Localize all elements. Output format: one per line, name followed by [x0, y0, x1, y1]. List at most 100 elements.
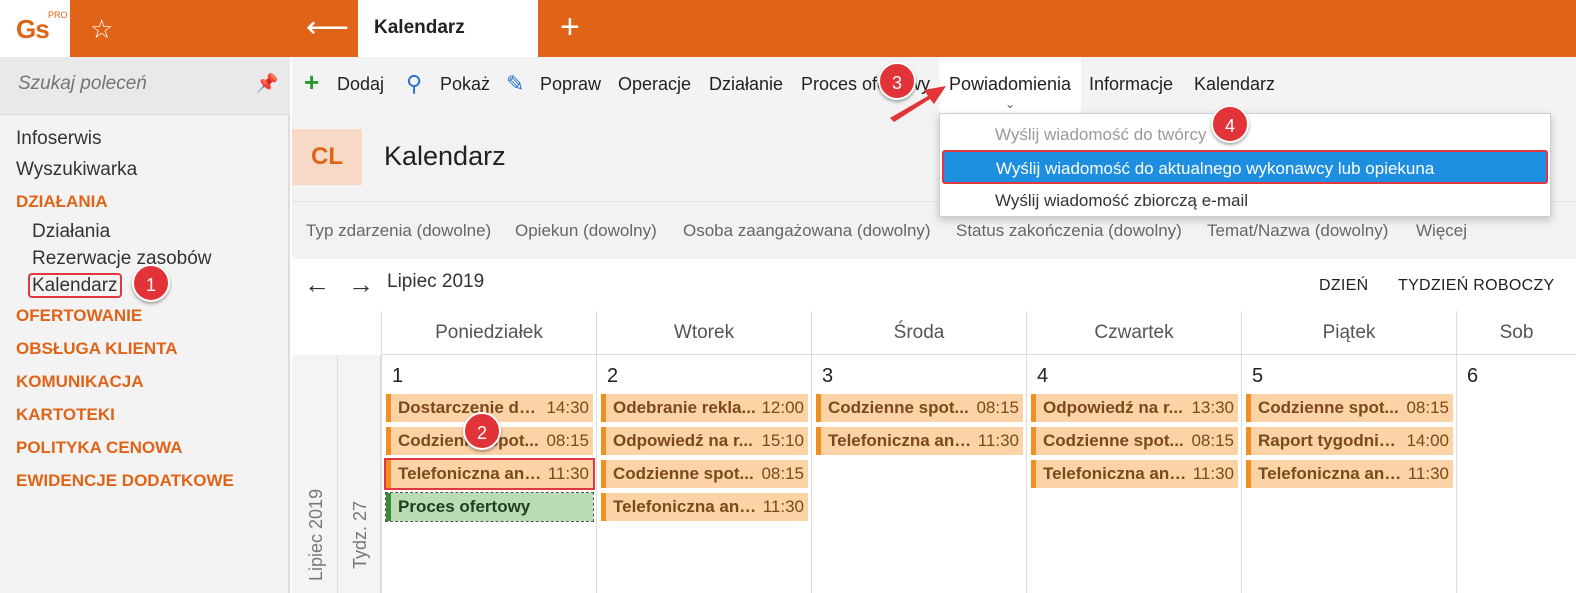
month-column: Lipiec 2019	[292, 355, 338, 593]
event-title: Telefoniczna ank...	[398, 464, 543, 483]
show-button[interactable]: Pokaż	[440, 74, 490, 95]
calendar-event[interactable]: Odebranie rekla... 12:00	[601, 394, 808, 422]
event-title: Telefoniczna ank...	[613, 497, 758, 516]
step-badge-2: 2	[463, 412, 501, 450]
day-cell[interactable]: 1 Dostarczenie du... 14:30 Codzienne spot..…	[381, 355, 596, 593]
add-button[interactable]: Dodaj	[337, 74, 384, 95]
calendar-event[interactable]: Telefoniczna ank... 11:30	[816, 427, 1023, 455]
pin-icon[interactable]: 📌	[256, 73, 278, 94]
calendar-event[interactable]: Telefoniczna ank... 11:30	[1031, 460, 1238, 488]
sidebar-section-kartoteki[interactable]: KARTOTEKI	[16, 398, 234, 431]
filter-status[interactable]: Status zakończenia (dowolny)	[956, 221, 1182, 241]
filter-more[interactable]: Więcej	[1416, 221, 1467, 241]
event-time: 11:30	[547, 464, 589, 483]
action-menu[interactable]: Działanie	[709, 74, 783, 95]
filter-person[interactable]: Osoba zaangażowana (dowolny)	[683, 221, 931, 241]
back-arrow-icon[interactable]: ⟵	[306, 10, 349, 45]
sidebar-item-dzialania[interactable]: Działania	[16, 218, 234, 245]
day-cell[interactable]: 4 Odpowiedź na r... 13:30 Codzienne spot...…	[1026, 355, 1241, 593]
calendar-event[interactable]: Codzienne spot... 08:15	[1031, 427, 1238, 455]
sidebar: 📌 Infoserwis Wyszukiwarka DZIAŁANIA Dzia…	[0, 57, 290, 593]
day-cell[interactable]: 3 Codzienne spot... 08:15 Telefoniczna ank.…	[811, 355, 1026, 593]
day-cell[interactable]: 2 Odebranie rekla... 12:00 Odpowiedź na r..…	[596, 355, 811, 593]
sidebar-item-kalendarz-label: Kalendarz	[28, 273, 122, 298]
event-title: Codzienne spot...	[1043, 431, 1184, 450]
event-time: 08:15	[1406, 398, 1449, 417]
day-number: 5	[1252, 365, 1264, 387]
sidebar-section-dzialania[interactable]: DZIAŁANIA	[16, 185, 234, 218]
app-logo[interactable]: Gs PRO	[0, 0, 70, 57]
day-header: Poniedziałek	[381, 311, 596, 355]
event-time: 11:30	[762, 497, 804, 516]
dropdown-item-bulk-email[interactable]: Wyślij wiadomość zbiorczą e-mail	[940, 184, 1552, 218]
event-title: Odebranie rekla...	[613, 398, 756, 417]
edit-button[interactable]: Popraw	[540, 74, 601, 95]
next-arrow-icon[interactable]: →	[348, 269, 374, 300]
calendar-event[interactable]: Raport tygodnio... 14:00	[1246, 427, 1453, 455]
operations-menu[interactable]: Operacje	[618, 74, 691, 95]
prev-arrow-icon[interactable]: ←	[304, 269, 330, 300]
sidebar-item-wyszukiwarka[interactable]: Wyszukiwarka	[16, 154, 234, 185]
add-icon: +	[304, 67, 320, 97]
sidebar-item-rezerwacje[interactable]: Rezerwacje zasobów	[16, 245, 234, 272]
command-search-input[interactable]	[18, 73, 258, 95]
calendar-menu[interactable]: Kalendarz	[1194, 74, 1275, 95]
day-number: 4	[1037, 365, 1049, 387]
top-bar: Gs PRO ☆ ⟵ Kalendarz +	[0, 0, 1576, 57]
filter-owner[interactable]: Opiekun (dowolny)	[515, 221, 657, 241]
filter-event-type[interactable]: Typ zdarzenia (dowolne)	[306, 221, 491, 241]
calendar-event[interactable]: Odpowiedź na r... 15:10	[601, 427, 808, 455]
event-title: Raport tygodnio...	[1258, 431, 1403, 450]
event-title: Telefoniczna ank...	[1043, 464, 1188, 483]
calendar-event[interactable]: Telefoniczna ank... 11:30	[1246, 460, 1453, 488]
sidebar-section-komunikacja[interactable]: KOMUNIKACJA	[16, 365, 234, 398]
event-time: 08:15	[761, 464, 804, 483]
search-icon: ⚲	[406, 71, 423, 96]
tab-kalendarz[interactable]: Kalendarz	[358, 0, 538, 57]
event-time: 12:00	[761, 398, 804, 417]
calendar-event[interactable]: Codzienne spot... 08:15	[1246, 394, 1453, 422]
sidebar-item-infoserwis[interactable]: Infoserwis	[16, 123, 234, 154]
sidebar-section-ofertowanie[interactable]: OFERTOWANIE	[16, 299, 234, 332]
day-number: 2	[607, 365, 619, 387]
info-menu[interactable]: Informacje	[1089, 74, 1173, 95]
star-icon[interactable]: ☆	[90, 14, 113, 45]
calendar-grid: Lipiec 2019 Tydz. 27 Poniedziałek 1 Dostar…	[292, 311, 1576, 593]
calendar-event[interactable]: Codzienne spot... 08:15	[816, 394, 1023, 422]
calendar-nav: ← → Lipiec 2019 DZIEŃ TYDZIEŃ ROBOCZY	[292, 259, 1576, 311]
sidebar-nav: Infoserwis Wyszukiwarka DZIAŁANIA Działa…	[16, 123, 234, 497]
day-number: 1	[392, 365, 404, 387]
day-cell[interactable]: 6	[1456, 355, 1576, 593]
filter-subject[interactable]: Temat/Nazwa (dowolny)	[1207, 221, 1388, 241]
chevron-down-icon: ⌄	[1005, 97, 1016, 111]
calendar-event[interactable]: Proces ofertowy	[385, 492, 594, 522]
view-workweek-button[interactable]: TYDZIEŃ ROBOCZY	[1398, 277, 1555, 295]
sidebar-section-polityka[interactable]: POLITYKA CENOWA	[16, 431, 234, 464]
week-column: Tydz. 27	[338, 355, 381, 593]
event-time: 13:30	[1191, 398, 1234, 417]
calendar-event[interactable]: Codzienne spot... 08:15	[601, 460, 808, 488]
day-cell[interactable]: 5 Codzienne spot... 08:15 Raport tygodnio..…	[1241, 355, 1456, 593]
calendar-event[interactable]: Telefoniczna ank... 11:30	[601, 493, 808, 521]
brush-icon: ✎	[506, 71, 525, 96]
dropdown-item-to-assignee[interactable]: Wyślij wiadomość do aktualnego wykonawcy…	[942, 150, 1548, 184]
calendar-event[interactable]: Telefoniczna ank... 11:30	[384, 458, 595, 490]
event-time: 11:30	[1192, 464, 1234, 483]
sidebar-item-kalendarz[interactable]: Kalendarz	[16, 272, 234, 299]
sidebar-section-ewidencje[interactable]: EWIDENCJE DODATKOWE	[16, 464, 234, 497]
step-badge-4: 4	[1211, 105, 1249, 143]
day-number: 6	[1467, 365, 1479, 387]
view-day-button[interactable]: DZIEŃ	[1319, 277, 1369, 295]
step-badge-3: 3	[878, 62, 916, 100]
event-title: Codzienne spot...	[1258, 398, 1399, 417]
calendar-event[interactable]: Odpowiedź na r... 13:30	[1031, 394, 1238, 422]
day-header: Środa	[811, 311, 1026, 355]
new-tab-plus-icon[interactable]: +	[560, 8, 580, 47]
event-time: 08:15	[546, 431, 589, 450]
step-badge-1: 1	[132, 264, 170, 302]
event-time: 14:30	[546, 398, 589, 417]
event-title: Codzienne spot...	[828, 398, 969, 417]
day-header: Sob	[1456, 311, 1576, 355]
event-title: Proces ofertowy	[398, 497, 531, 516]
sidebar-section-obsluga[interactable]: OBSŁUGA KLIENTA	[16, 332, 234, 365]
